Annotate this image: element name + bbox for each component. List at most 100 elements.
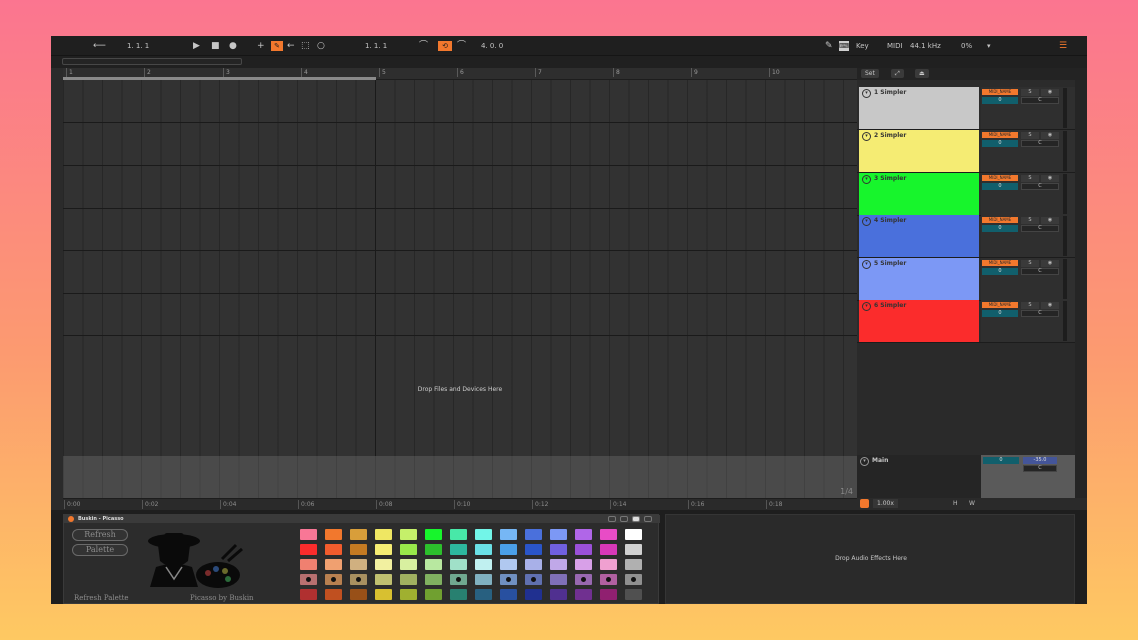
fold-icon[interactable]: ▾	[862, 217, 871, 226]
palette-button[interactable]: Palette	[72, 544, 128, 556]
color-swatch[interactable]	[350, 574, 367, 585]
monitor-icon[interactable]: ◉	[1041, 217, 1059, 224]
solo-button[interactable]: S	[1021, 260, 1039, 267]
loop-toggle-icon[interactable]: ⟲	[438, 41, 452, 51]
color-swatch[interactable]	[300, 589, 317, 600]
monitor-icon[interactable]: ◉	[1041, 89, 1059, 96]
main-lane[interactable]	[63, 456, 857, 498]
color-swatch[interactable]	[550, 589, 567, 600]
midi-input-label[interactable]: MIDI_NAME	[982, 260, 1018, 266]
color-swatch[interactable]	[550, 529, 567, 540]
color-swatch[interactable]	[625, 589, 642, 600]
channel-selector[interactable]: C	[1021, 140, 1059, 147]
time-ruler[interactable]: 0:00 0:02 0:04 0:06 0:08 0:10 0:12 0:14 …	[63, 498, 857, 510]
monitor-icon[interactable]: ◉	[1041, 132, 1059, 139]
automation-icon[interactable]: ⤢	[891, 69, 904, 78]
fade-in-icon[interactable]: ⌒	[419, 41, 428, 51]
monitor-icon[interactable]: ◉	[1041, 302, 1059, 309]
color-swatch[interactable]	[425, 559, 442, 570]
color-swatch[interactable]	[575, 574, 592, 585]
tempo-icon[interactable]	[860, 499, 869, 508]
color-swatch[interactable]	[600, 559, 617, 570]
color-swatch[interactable]	[525, 529, 542, 540]
h-button[interactable]: H	[953, 499, 958, 508]
arrow-left-icon[interactable]: ←	[287, 41, 295, 51]
track-color-area[interactable]: ▾ 3 Simpler	[859, 173, 979, 215]
color-swatch[interactable]	[325, 544, 342, 555]
io-icon[interactable]: ⏏	[915, 69, 929, 78]
color-swatch[interactable]	[325, 559, 342, 570]
color-swatch[interactable]	[400, 589, 417, 600]
midi-input-label[interactable]: MIDI_NAME	[982, 175, 1018, 181]
color-swatch[interactable]	[425, 529, 442, 540]
color-swatch[interactable]	[425, 574, 442, 585]
track-header[interactable]: ▾ 5 Simpler MIDI_NAME 0 S ◉ C	[857, 258, 1075, 301]
tempo-multiplier[interactable]: 1.00x	[873, 499, 898, 508]
main-level[interactable]: -35.0	[1023, 457, 1057, 464]
color-swatch[interactable]	[325, 589, 342, 600]
solo-button[interactable]: S	[1021, 175, 1039, 182]
color-swatch[interactable]	[575, 544, 592, 555]
position-display[interactable]: 1. 1. 1	[127, 41, 149, 51]
color-swatch[interactable]	[600, 544, 617, 555]
color-swatch[interactable]	[525, 589, 542, 600]
midi-input-label[interactable]: MIDI_NAME	[982, 89, 1018, 95]
color-swatch[interactable]	[575, 529, 592, 540]
color-swatch[interactable]	[475, 589, 492, 600]
keyboard-icon[interactable]: ⌨	[839, 41, 849, 51]
color-swatch[interactable]	[425, 544, 442, 555]
main-volume[interactable]: 0	[983, 457, 1019, 464]
color-swatch[interactable]	[450, 559, 467, 570]
color-swatch[interactable]	[350, 544, 367, 555]
channel-selector[interactable]: C	[1021, 183, 1059, 190]
color-swatch[interactable]	[350, 589, 367, 600]
monitor-icon[interactable]: ◉	[1041, 175, 1059, 182]
color-swatch[interactable]	[500, 529, 517, 540]
color-swatch[interactable]	[575, 589, 592, 600]
color-swatch[interactable]	[475, 544, 492, 555]
color-swatch[interactable]	[525, 574, 542, 585]
color-swatch[interactable]	[550, 544, 567, 555]
track-color-area[interactable]: ▾ 6 Simpler	[859, 300, 979, 342]
color-swatch[interactable]	[375, 574, 392, 585]
fold-icon[interactable]: ▾	[860, 457, 869, 466]
color-swatch[interactable]	[375, 544, 392, 555]
color-swatch[interactable]	[350, 529, 367, 540]
refresh-button[interactable]: Refresh	[72, 529, 128, 541]
loop-length-display[interactable]: 4. 0. 0	[481, 41, 503, 51]
color-swatch[interactable]	[625, 559, 642, 570]
track-header[interactable]: ▾ 1 Simpler MIDI_NAME 0 S ◉ C	[857, 87, 1075, 130]
midi-input-label[interactable]: MIDI_NAME	[982, 302, 1018, 308]
track-header[interactable]: ▾ 2 Simpler MIDI_NAME 0 S ◉ C	[857, 130, 1075, 173]
fade-out-icon[interactable]: ⌒	[457, 41, 466, 51]
fold-icon[interactable]: ▾	[862, 89, 871, 98]
color-swatch[interactable]	[350, 559, 367, 570]
color-swatch[interactable]	[425, 589, 442, 600]
track-color-area[interactable]: ▾ 4 Simpler	[859, 215, 979, 257]
color-swatch[interactable]	[375, 589, 392, 600]
device-save-icon[interactable]	[632, 516, 640, 522]
color-swatch[interactable]	[575, 559, 592, 570]
channel-selector[interactable]: C	[1021, 97, 1059, 104]
color-swatch[interactable]	[550, 559, 567, 570]
fold-icon[interactable]: ▾	[862, 302, 871, 311]
pencil-icon[interactable]: ✎	[825, 41, 833, 51]
color-swatch[interactable]	[375, 559, 392, 570]
midi-input-label[interactable]: MIDI_NAME	[982, 217, 1018, 223]
solo-button[interactable]: S	[1021, 302, 1039, 309]
track-volume[interactable]: 0	[982, 140, 1018, 147]
color-swatch[interactable]	[300, 529, 317, 540]
play-icon[interactable]: ▶	[193, 41, 200, 51]
color-swatch[interactable]	[400, 574, 417, 585]
device-menu-icon[interactable]	[644, 516, 652, 522]
color-swatch[interactable]	[325, 574, 342, 585]
circle-icon[interactable]: ○	[317, 41, 325, 51]
main-channel[interactable]: C	[1023, 465, 1057, 472]
color-swatch[interactable]	[600, 529, 617, 540]
stop-icon[interactable]: ■	[211, 41, 220, 51]
vertical-scrollbar[interactable]	[1075, 80, 1087, 498]
refresh-palette-label[interactable]: Refresh Palette	[74, 594, 129, 602]
loop-start-display[interactable]: 1. 1. 1	[365, 41, 387, 51]
color-swatch[interactable]	[400, 559, 417, 570]
track-volume[interactable]: 0	[982, 97, 1018, 104]
